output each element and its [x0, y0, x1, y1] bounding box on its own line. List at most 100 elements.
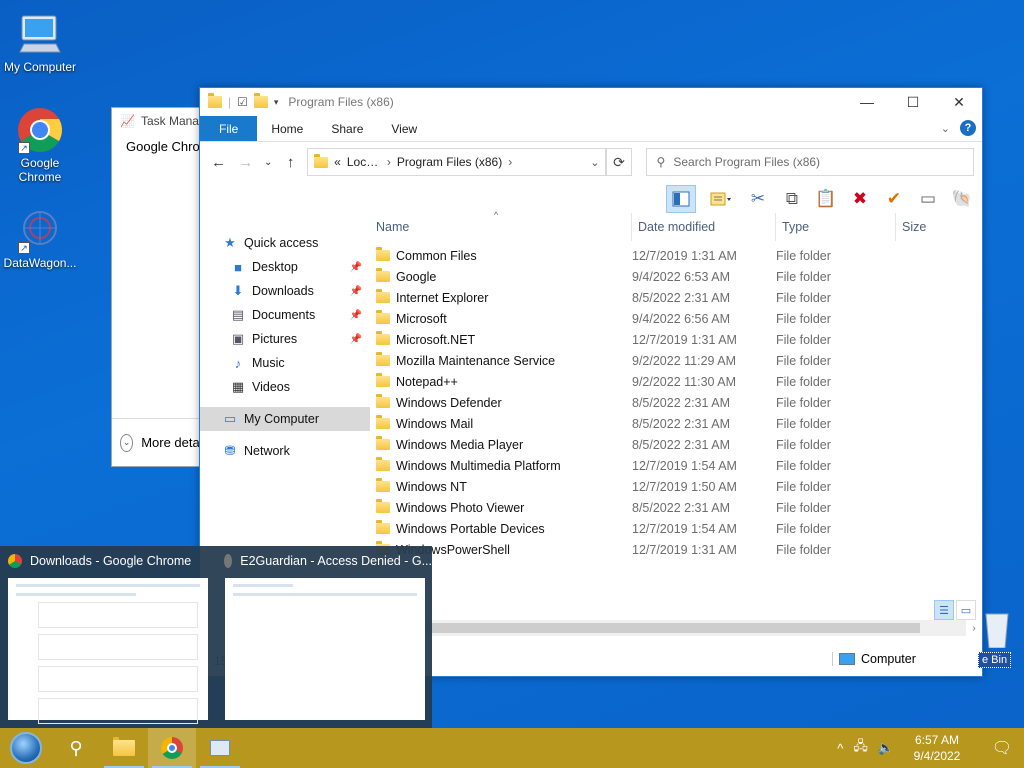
sidebar-item-network[interactable]: ⛃ Network — [200, 439, 370, 463]
sidebar-item-videos[interactable]: ▦ Videos — [200, 375, 370, 399]
sidebar-item-my-computer[interactable]: ▭ My Computer — [200, 407, 370, 431]
new-folder-icon[interactable] — [253, 93, 268, 108]
taskbar-file-explorer[interactable] — [100, 728, 148, 768]
shell-icon[interactable]: 🐚 — [950, 187, 974, 211]
preview-downloads[interactable]: Downloads - Google Chrome — [0, 546, 216, 728]
details-view-button[interactable]: ☰ — [934, 600, 954, 620]
up-button[interactable]: ↑ — [280, 151, 301, 173]
address-bar[interactable]: « Local Disk (C:) › Program Files (x86) … — [307, 148, 607, 176]
taskbar-chrome[interactable] — [148, 728, 196, 768]
file-row[interactable]: Google 9/4/2022 6:53 AM File folder — [370, 266, 982, 287]
file-row[interactable]: Common Files 12/7/2019 1:31 AM File folder — [370, 245, 982, 266]
file-date: 9/4/2022 6:53 AM — [632, 269, 730, 284]
file-name-cell: Microsoft — [370, 310, 626, 326]
shortcut-arrow-icon: ↗ — [18, 242, 30, 254]
cut-icon[interactable]: ✂ — [746, 187, 770, 211]
back-button[interactable]: ← — [208, 151, 229, 173]
sidebar-item-pictures[interactable]: ▣ Pictures 📌 — [200, 327, 370, 351]
delete-icon[interactable]: ✖ — [848, 187, 872, 211]
file-row[interactable]: Notepad++ 9/2/2022 11:30 AM File folder — [370, 371, 982, 392]
column-header-date[interactable]: Date modified — [632, 213, 776, 241]
file-row[interactable]: Windows NT 12/7/2019 1:50 AM File folder — [370, 476, 982, 497]
preview-pane-button[interactable] — [666, 185, 696, 213]
chrome-icon — [224, 554, 233, 568]
sidebar-item-desktop[interactable]: ■ Desktop 📌 — [200, 255, 370, 279]
address-dropdown-icon[interactable]: ⌄ — [590, 156, 599, 169]
computer-icon — [839, 653, 855, 665]
column-header-size[interactable]: Size — [896, 213, 976, 241]
column-header-type[interactable]: Type — [776, 213, 896, 241]
folder-icon — [376, 331, 390, 345]
file-name: Internet Explorer — [396, 290, 489, 305]
breadcrumb-current[interactable]: Program Files (x86) — [397, 155, 502, 169]
show-hidden-icons-icon[interactable]: ^ — [837, 741, 843, 756]
desktop-icon-recycle-bin[interactable]: e Bin — [978, 608, 1024, 668]
column-header-name[interactable]: Name — [370, 213, 632, 241]
copy-icon[interactable]: ⧉ — [780, 187, 804, 211]
file-name-cell: Google — [370, 268, 626, 284]
file-row[interactable]: Microsoft 9/4/2022 6:56 AM File folder — [370, 308, 982, 329]
checkmark-icon[interactable]: ✔ — [882, 187, 906, 211]
file-row[interactable]: Windows Mail 8/5/2022 2:31 AM File folder — [370, 413, 982, 434]
file-type: File folder — [776, 395, 831, 410]
refresh-button[interactable]: ⟳ — [606, 148, 632, 176]
file-row[interactable]: Windows Multimedia Platform 12/7/2019 1:5… — [370, 455, 982, 476]
file-row[interactable]: Windows Defender 8/5/2022 2:31 AM File fol… — [370, 392, 982, 413]
large-icons-view-button[interactable]: ▭ — [956, 600, 976, 620]
recycle-bin-icon — [985, 613, 1009, 649]
preview-e2guardian[interactable]: E2Guardian - Access Denied - G... — [216, 546, 432, 728]
expand-ribbon-icon[interactable]: ⌄ — [941, 122, 950, 135]
file-row[interactable]: WindowsPowerShell 12/7/2019 1:31 AM File f… — [370, 539, 982, 560]
desktop-icon-google-chrome[interactable]: ↗ Google Chrome — [0, 106, 80, 184]
notifications-button[interactable]: 🗨 — [980, 728, 1024, 768]
horizontal-scrollbar[interactable]: › — [370, 620, 982, 636]
breadcrumb-local-disk[interactable]: Local Disk (C:) — [347, 155, 381, 169]
tab-home[interactable]: Home — [257, 116, 317, 141]
sidebar-item-music[interactable]: ♪ Music — [200, 351, 370, 375]
folder-icon — [208, 93, 222, 108]
file-row[interactable]: Mozilla Maintenance Service 9/2/2022 11:2… — [370, 350, 982, 371]
tab-view[interactable]: View — [377, 116, 431, 141]
desktop-icon-my-computer[interactable]: My Computer — [0, 10, 80, 74]
address-overflow[interactable]: « — [334, 155, 341, 169]
rename-icon[interactable]: ▭ — [916, 187, 940, 211]
details-pane-button[interactable] — [706, 187, 736, 211]
scrollbar-track[interactable] — [370, 620, 966, 636]
file-date: 12/7/2019 1:50 AM — [632, 479, 737, 494]
minimize-button[interactable]: — — [844, 88, 890, 116]
file-row[interactable]: Microsoft.NET 12/7/2019 1:31 AM File folde… — [370, 329, 982, 350]
computer-icon — [16, 10, 64, 58]
tab-share[interactable]: Share — [317, 116, 377, 141]
search-box[interactable]: ⚲ — [645, 148, 974, 176]
chrome-icon — [161, 737, 183, 759]
start-button[interactable] — [0, 728, 52, 768]
help-icon[interactable]: ? — [960, 120, 976, 136]
tab-file[interactable]: File — [200, 116, 258, 141]
file-row[interactable]: Windows Portable Devices 12/7/2019 1:54 A… — [370, 518, 982, 539]
search-input[interactable] — [673, 155, 954, 169]
recent-locations-button[interactable]: ⌄ — [262, 151, 274, 173]
file-row[interactable]: Windows Photo Viewer 8/5/2022 2:31 AM File… — [370, 497, 982, 518]
file-date: 9/4/2022 6:56 AM — [632, 311, 730, 326]
properties-icon[interactable]: ☑ — [237, 95, 248, 109]
network-icon[interactable]: 🖧 — [853, 737, 868, 759]
search-button[interactable]: ⚲ — [52, 728, 100, 768]
file-type: File folder — [776, 500, 831, 515]
status-location-label: Computer — [861, 652, 916, 666]
file-row[interactable]: Internet Explorer 8/5/2022 2:31 AM File fo… — [370, 287, 982, 308]
clock[interactable]: 6:57 AM 9/4/2022 — [904, 732, 970, 764]
maximize-button[interactable]: ☐ — [890, 88, 936, 116]
sidebar-item-quick-access[interactable]: ★ Quick access — [200, 231, 370, 255]
sidebar-item-documents[interactable]: ▤ Documents 📌 — [200, 303, 370, 327]
file-row[interactable]: Windows Media Player 8/5/2022 2:31 AM File… — [370, 434, 982, 455]
desktop-icon-datawagon[interactable]: ↗ DataWagon... — [0, 206, 80, 270]
breadcrumb-separator-icon: › — [386, 155, 391, 169]
sidebar-item-downloads[interactable]: ⬇ Downloads 📌 — [200, 279, 370, 303]
customize-dropdown-icon[interactable]: ▾ — [274, 97, 279, 108]
taskbar-task-manager[interactable] — [196, 728, 244, 768]
forward-button[interactable]: → — [235, 151, 256, 173]
scrollbar-thumb[interactable] — [370, 623, 920, 633]
close-button[interactable]: ✕ — [936, 88, 982, 116]
volume-icon[interactable]: 🔈 — [878, 740, 894, 756]
paste-icon[interactable]: 📋 — [814, 187, 838, 211]
